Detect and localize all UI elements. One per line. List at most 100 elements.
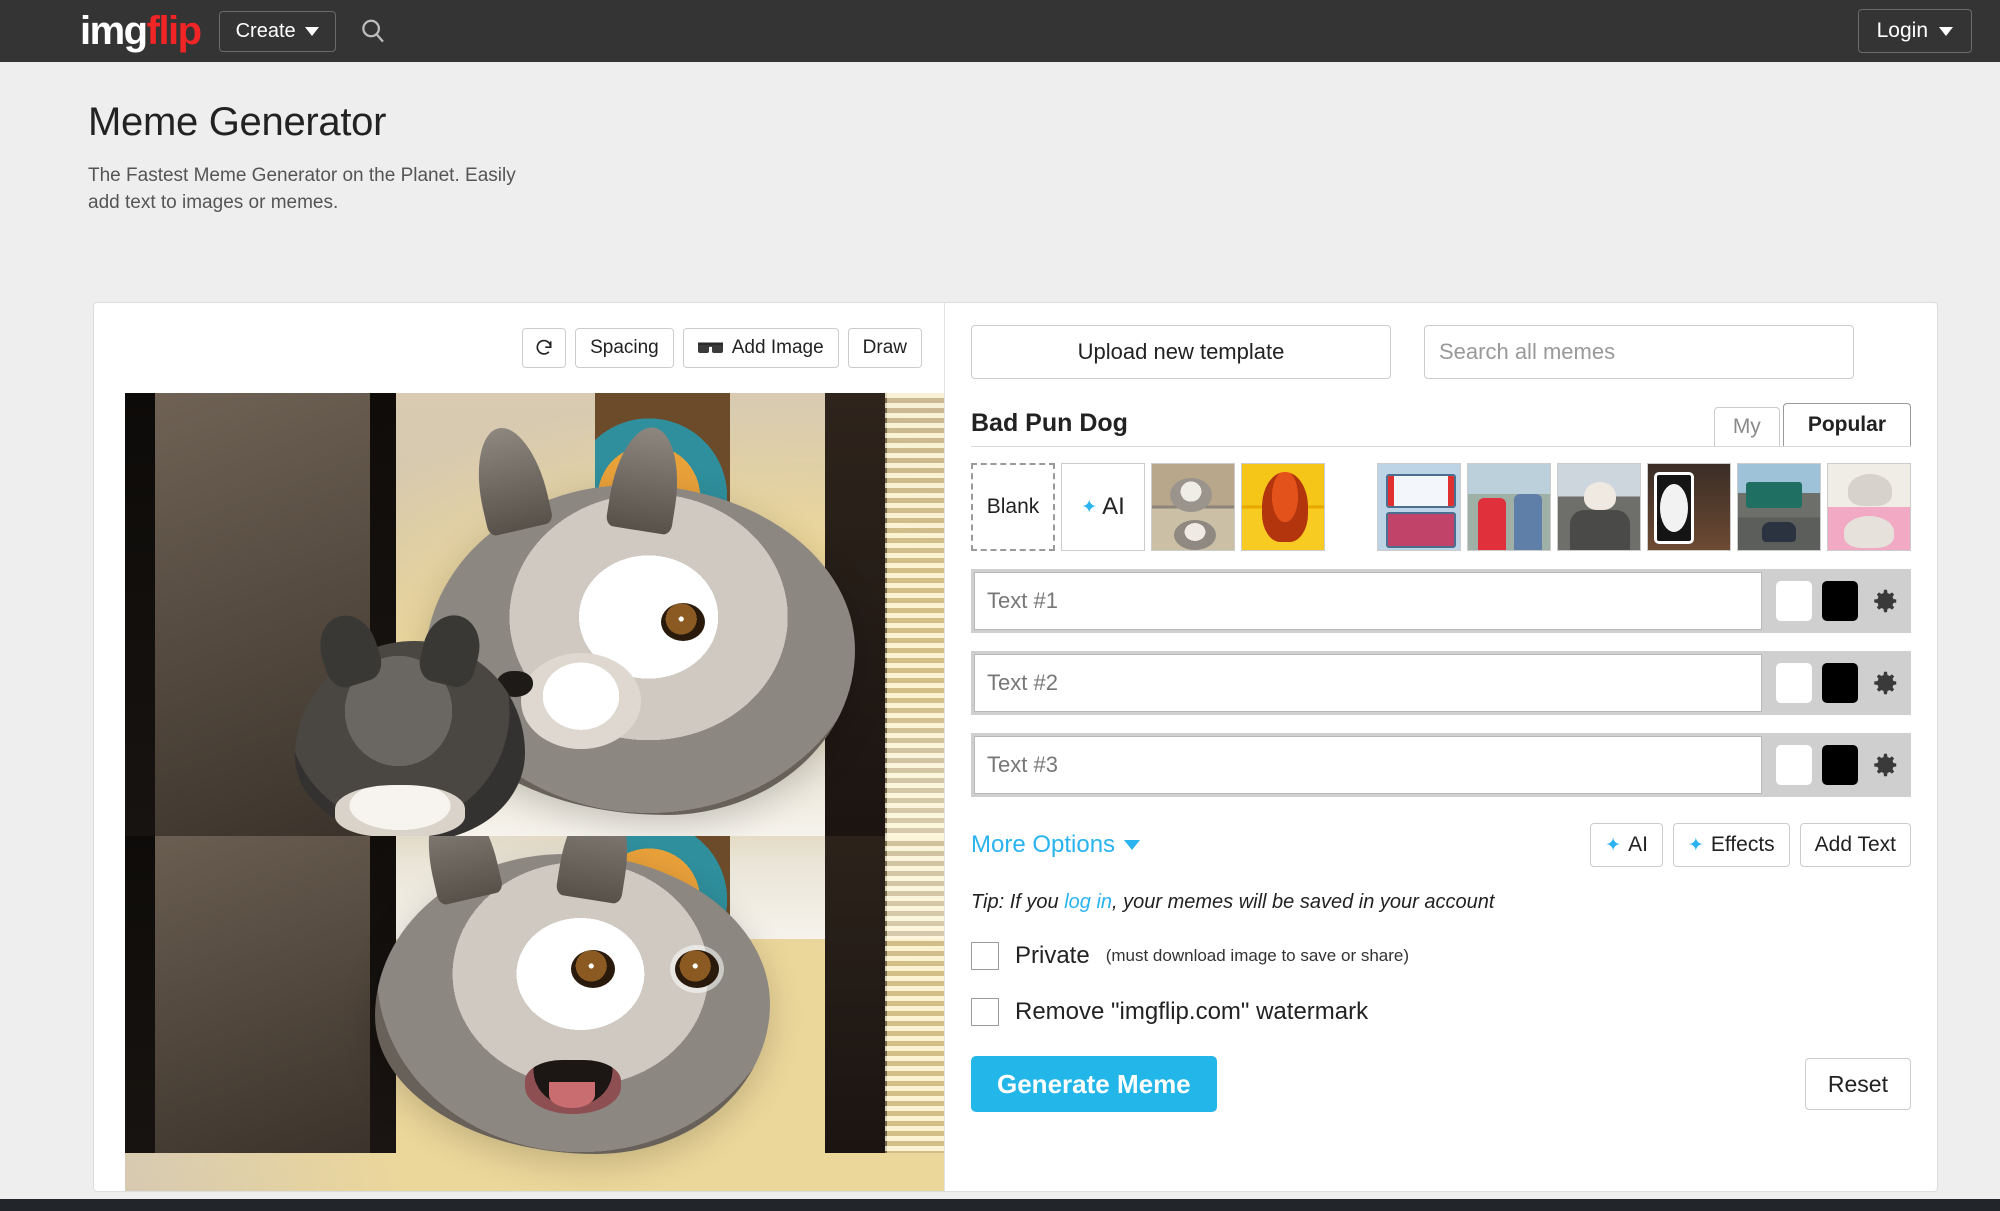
meme-generator-card: Spacing Add Image Draw (93, 302, 1938, 1192)
sunglasses-icon (698, 341, 724, 356)
thumbnail-ai-label: AI (1102, 493, 1125, 521)
outline-color-swatch-2[interactable] (1776, 663, 1812, 703)
private-checkbox[interactable] (971, 942, 999, 970)
remove-watermark-label: Remove "imgflip.com" watermark (1015, 998, 1368, 1026)
gear-icon (1870, 668, 1900, 698)
image-toolbar: Spacing Add Image Draw (94, 303, 944, 368)
thumbnail-popular-3[interactable] (1557, 463, 1641, 551)
chevron-down-icon (1939, 27, 1953, 36)
thumbnail-popular-4[interactable] (1647, 463, 1731, 551)
sparkle-icon: ✦ (1081, 498, 1097, 517)
text-color-swatches-3 (1762, 736, 1870, 794)
login-button[interactable]: Login (1858, 9, 1972, 53)
log-in-link[interactable]: log in (1064, 891, 1112, 913)
add-image-button[interactable]: Add Image (683, 328, 839, 368)
tip-prefix: Tip: If you (971, 891, 1064, 913)
action-row: Generate Meme Reset (971, 1056, 1911, 1112)
text-row-1 (971, 569, 1911, 633)
watermark-checkbox-row: Remove "imgflip.com" watermark (971, 998, 1911, 1026)
option-buttons: ✦ AI ✦ Effects Add Text (1590, 823, 1911, 867)
rotate-button[interactable] (522, 328, 566, 368)
meme-controls-panel: Upload new template Bad Pun Dog My Popul… (945, 303, 1937, 1191)
snout (521, 653, 641, 749)
create-button-label: Create (236, 20, 296, 43)
template-thumbnail-list: Blank ✦ AI (971, 463, 1911, 551)
tip-suffix: , your memes will be saved in your accou… (1112, 891, 1494, 913)
private-label: Private (1015, 942, 1090, 970)
thumbnail-blank[interactable]: Blank (971, 463, 1055, 551)
effects-button-label: Effects (1711, 833, 1775, 857)
outline-color-swatch-3[interactable] (1776, 745, 1812, 785)
search-icon[interactable] (358, 16, 388, 46)
fill-color-swatch-3[interactable] (1822, 745, 1858, 785)
thumbnail-popular-1[interactable] (1377, 463, 1461, 551)
fill-color-swatch-1[interactable] (1822, 581, 1858, 621)
footer-bar (0, 1199, 2000, 1211)
ear-icon (555, 836, 636, 905)
template-source-row: Upload new template (971, 325, 1911, 379)
page-title: Meme Generator (88, 100, 2000, 145)
meme-preview-panel: Spacing Add Image Draw (94, 303, 945, 1191)
add-text-button[interactable]: Add Text (1800, 823, 1911, 867)
chevron-down-icon (1124, 840, 1140, 850)
more-options-toggle[interactable]: More Options (971, 831, 1140, 859)
draw-button[interactable]: Draw (848, 328, 922, 368)
private-note: (must download image to save or share) (1106, 946, 1409, 966)
text-settings-button-2[interactable] (1870, 654, 1908, 712)
options-row: More Options ✦ AI ✦ Effects Add Text (971, 823, 1911, 867)
generate-meme-button[interactable]: Generate Meme (971, 1056, 1217, 1112)
eye (661, 603, 705, 641)
meme-image[interactable] (125, 393, 945, 1191)
template-header: Bad Pun Dog My Popular (971, 403, 1911, 447)
private-checkbox-row: Private (must download image to save or … (971, 942, 1911, 970)
add-image-button-label: Add Image (732, 337, 824, 359)
imgflip-logo[interactable]: imgflip (80, 11, 201, 51)
logo-img-text: img (80, 9, 147, 53)
husky-dog-bottom (375, 854, 770, 1154)
meme-image-panel-top (125, 393, 945, 836)
text-settings-button-3[interactable] (1870, 736, 1908, 794)
spacing-button[interactable]: Spacing (575, 328, 674, 368)
ai-button-label: AI (1628, 833, 1648, 857)
page-heading-block: Meme Generator The Fastest Meme Generato… (0, 62, 2000, 217)
thumbnail-popular-5[interactable] (1737, 463, 1821, 551)
login-button-label: Login (1877, 19, 1928, 43)
text-row-2 (971, 651, 1911, 715)
ai-button[interactable]: ✦ AI (1590, 823, 1663, 867)
page-subtitle: The Fastest Meme Generator on the Planet… (88, 163, 648, 217)
tab-popular[interactable]: Popular (1783, 403, 1911, 446)
spacing-button-label: Spacing (590, 337, 659, 359)
tongue (549, 1082, 595, 1108)
draw-button-label: Draw (863, 337, 907, 359)
current-template-name: Bad Pun Dog (971, 409, 1711, 446)
meme-image-panel-bottom (125, 836, 945, 1191)
thumbnail-ai[interactable]: ✦ AI (1061, 463, 1145, 551)
logo-flip-text: flip (147, 9, 201, 53)
site-header: imgflip Create Login (0, 0, 2000, 62)
text-color-swatches-1 (1762, 572, 1870, 630)
eye (675, 950, 719, 988)
rotate-icon (534, 338, 554, 358)
tab-my[interactable]: My (1714, 407, 1780, 446)
remove-watermark-checkbox[interactable] (971, 998, 999, 1026)
fill-color-swatch-2[interactable] (1822, 663, 1858, 703)
text-settings-button-1[interactable] (1870, 572, 1908, 630)
thumbnail-orange-meme[interactable] (1241, 463, 1325, 551)
create-button[interactable]: Create (219, 11, 336, 52)
text-color-swatches-2 (1762, 654, 1870, 712)
chevron-down-icon (305, 27, 319, 36)
thumbnail-popular-6[interactable] (1827, 463, 1911, 551)
reset-button[interactable]: Reset (1805, 1058, 1911, 1110)
text-input-3[interactable] (974, 736, 1762, 794)
text-input-1[interactable] (974, 572, 1762, 630)
search-all-memes-input[interactable] (1424, 325, 1854, 379)
gear-icon (1870, 586, 1900, 616)
outline-color-swatch-1[interactable] (1776, 581, 1812, 621)
more-options-label: More Options (971, 831, 1115, 859)
thumbnail-bad-pun-dog[interactable] (1151, 463, 1235, 551)
effects-button[interactable]: ✦ Effects (1673, 823, 1790, 867)
text-input-2[interactable] (974, 654, 1762, 712)
mouth (525, 1060, 621, 1114)
upload-new-template-button[interactable]: Upload new template (971, 325, 1391, 379)
thumbnail-popular-2[interactable] (1467, 463, 1551, 551)
